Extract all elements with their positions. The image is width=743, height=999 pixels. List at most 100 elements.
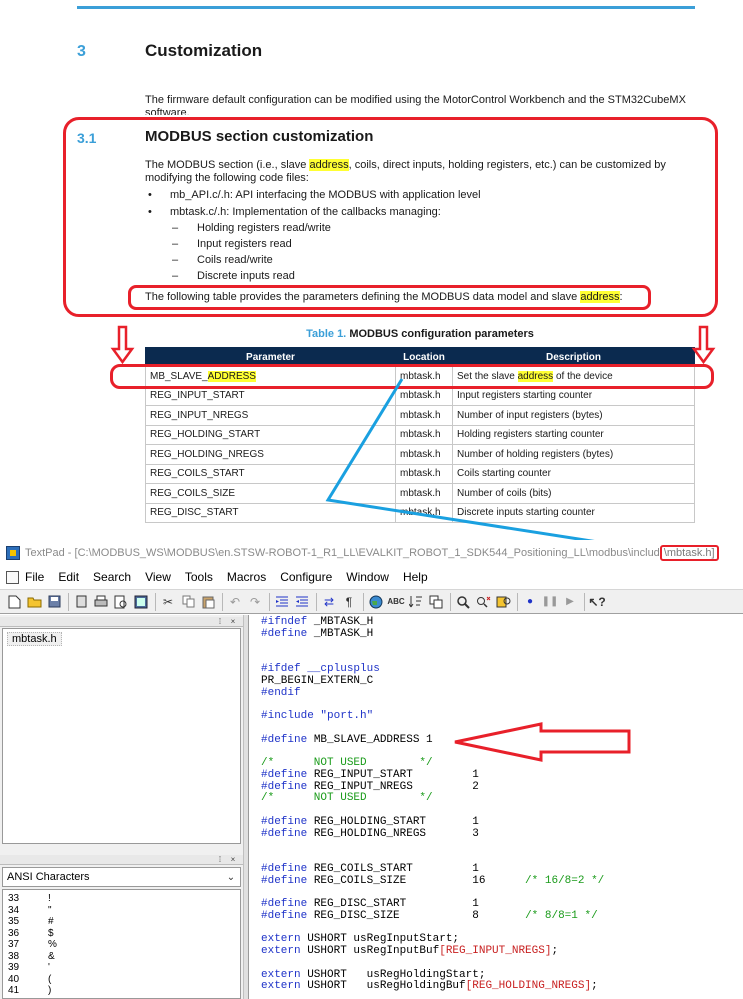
print-icon[interactable] bbox=[93, 594, 109, 610]
menu-macros[interactable]: Macros bbox=[227, 570, 266, 584]
code-line: #ifdef __cplusplus bbox=[261, 663, 380, 675]
annotation-box-slave-address-row bbox=[110, 364, 714, 389]
code-keyword: #ifdef bbox=[261, 663, 301, 675]
char-list-item[interactable]: 34 " bbox=[8, 905, 52, 916]
param-text: REG_COILS_SIZE bbox=[150, 487, 236, 499]
code-text: /* NOT USED */ bbox=[261, 792, 433, 805]
param-text: REG_INPUT_NREGS bbox=[150, 409, 249, 421]
pane-close-icon[interactable]: × bbox=[228, 855, 238, 864]
char-list-item[interactable]: 41) bbox=[8, 985, 51, 996]
paste-icon[interactable] bbox=[200, 594, 216, 610]
cut-icon[interactable]: ✂ bbox=[160, 594, 176, 610]
clip-library-titlebar: ⁞ × bbox=[0, 855, 243, 865]
char-code: 33 bbox=[8, 893, 20, 904]
record-macro-icon[interactable]: ● bbox=[522, 594, 538, 610]
code-text: REG_DISC_SIZE 8 bbox=[307, 909, 479, 922]
menu-window[interactable]: Window bbox=[346, 570, 389, 584]
table-caption: Table 1. MODBUS configuration parameters bbox=[145, 328, 695, 340]
toolbar-separator bbox=[316, 592, 317, 611]
code-line: #define REG_DISC_SIZE 8 /* 8/8=1 */ bbox=[261, 910, 598, 922]
redo-icon[interactable]: ↷ bbox=[247, 594, 263, 610]
code-text: _MBTASK_H bbox=[307, 627, 374, 640]
code-line: #include "port.h" bbox=[261, 710, 373, 722]
pane-close-icon[interactable]: × bbox=[228, 617, 238, 626]
find-in-files-icon[interactable] bbox=[475, 594, 491, 610]
cell-parameter: REG_DISC_START bbox=[145, 502, 396, 523]
code-line: #endif bbox=[261, 687, 301, 699]
toolbar-separator bbox=[517, 592, 518, 611]
play-macro-icon[interactable]: ▶ bbox=[562, 594, 578, 610]
new-file-icon[interactable] bbox=[6, 594, 22, 610]
undo-icon[interactable]: ↶ bbox=[227, 594, 243, 610]
code-keyword: #define bbox=[261, 768, 308, 781]
menu-file[interactable]: File bbox=[25, 570, 44, 584]
print-preview-icon[interactable] bbox=[113, 594, 129, 610]
word-wrap-icon[interactable]: ⇄ bbox=[321, 594, 337, 610]
code-text: ; bbox=[551, 945, 559, 957]
sort-icon[interactable] bbox=[408, 594, 424, 610]
code-line: #define REG_HOLDING_NREGS 3 bbox=[261, 828, 479, 840]
code-text: PR_BEGIN_EXTERN_C bbox=[261, 674, 374, 687]
desc-text: Number of holding registers (bytes) bbox=[457, 448, 614, 460]
menu-search[interactable]: Search bbox=[93, 570, 131, 584]
code-text: REG_HOLDING_NREGS 3 bbox=[307, 827, 479, 840]
table-row: REG_INPUT_NREGS mbtask.h Number of input r… bbox=[145, 405, 695, 426]
replace-icon[interactable] bbox=[495, 594, 511, 610]
char-list-item[interactable]: 37% bbox=[8, 939, 57, 950]
code-line: #define REG_COILS_SIZE 16 /* 16/8=2 */ bbox=[261, 875, 604, 887]
clip-library-select[interactable]: ANSI Characters ⌄ bbox=[2, 867, 241, 887]
toolbar-separator bbox=[68, 592, 69, 611]
pane-dock-icon[interactable]: ⁞ bbox=[215, 617, 225, 626]
open-folder-icon[interactable] bbox=[26, 594, 42, 610]
cell-parameter: REG_COILS_START bbox=[145, 463, 396, 484]
visible-spaces-icon[interactable]: ¶ bbox=[341, 594, 357, 610]
save-icon[interactable] bbox=[46, 594, 62, 610]
web-browser-icon[interactable] bbox=[368, 594, 384, 610]
char-list-item[interactable]: 39 ' bbox=[8, 962, 50, 973]
char-list-item[interactable]: 33! bbox=[8, 893, 51, 904]
code-line: #define REG_COILS_START 1 bbox=[261, 863, 479, 875]
cell-location: mbtask.h bbox=[395, 463, 453, 484]
menu-configure[interactable]: Configure bbox=[280, 570, 332, 584]
code-keyword: #define bbox=[261, 627, 308, 640]
context-help-icon[interactable]: ↖? bbox=[588, 594, 605, 610]
char-list-item[interactable]: 36 $ bbox=[8, 928, 54, 939]
code-text: _MBTASK_H bbox=[307, 616, 374, 628]
properties-icon[interactable] bbox=[133, 594, 149, 610]
save-all-icon[interactable] bbox=[73, 594, 89, 610]
param-text: REG_DISC_START bbox=[150, 507, 239, 519]
menu-tools[interactable]: Tools bbox=[185, 570, 213, 584]
char-list-item[interactable]: 38 & bbox=[8, 951, 55, 962]
code-line: /* NOT USED */ bbox=[261, 792, 433, 804]
code-line: PR_BEGIN_EXTERN_C bbox=[261, 675, 373, 687]
pane-dock-icon[interactable]: ⁞ bbox=[215, 855, 225, 864]
open-document-item[interactable]: mbtask.h bbox=[7, 632, 62, 646]
code-keyword: #define bbox=[261, 827, 308, 840]
outdent-icon[interactable] bbox=[294, 594, 310, 610]
code-line: #define MB_SLAVE_ADDRESS 1 bbox=[261, 734, 433, 746]
find-icon[interactable] bbox=[455, 594, 471, 610]
toolbar-separator bbox=[363, 592, 364, 611]
char-list-item[interactable]: 40 ( bbox=[8, 974, 51, 985]
menu-edit[interactable]: Edit bbox=[58, 570, 79, 584]
document-menu-icon[interactable] bbox=[6, 570, 19, 584]
cell-parameter: REG_COILS_SIZE bbox=[145, 483, 396, 504]
menu-view[interactable]: View bbox=[145, 570, 171, 584]
desc-text: Holding registers starting counter bbox=[457, 429, 604, 441]
spelling-icon[interactable]: ABC bbox=[387, 594, 404, 610]
window-title-bar: TextPad - [C:\MODBUS_WS\MODBUS\en.STSW-R… bbox=[0, 540, 743, 566]
indent-icon[interactable] bbox=[274, 594, 290, 610]
char-list-item[interactable]: 35 # bbox=[8, 916, 54, 927]
menu-help[interactable]: Help bbox=[403, 570, 428, 584]
toolbar-separator bbox=[155, 592, 156, 611]
copy-icon[interactable] bbox=[180, 594, 196, 610]
table-row: REG_HOLDING_START mbtask.h Holding registe… bbox=[145, 424, 695, 445]
code-editor[interactable]: #ifndef _MBTASK_H #define _MBTASK_H #ifdef… bbox=[249, 615, 743, 999]
pause-macro-icon[interactable]: ❚❚ bbox=[542, 594, 559, 610]
compare-icon[interactable] bbox=[428, 594, 444, 610]
char-code: 36 bbox=[8, 927, 20, 939]
desc-text: Number of input registers (bytes) bbox=[457, 409, 603, 421]
section-title: Customization bbox=[145, 41, 263, 60]
code-text: ; bbox=[591, 980, 598, 993]
toolbar-separator bbox=[222, 592, 223, 611]
